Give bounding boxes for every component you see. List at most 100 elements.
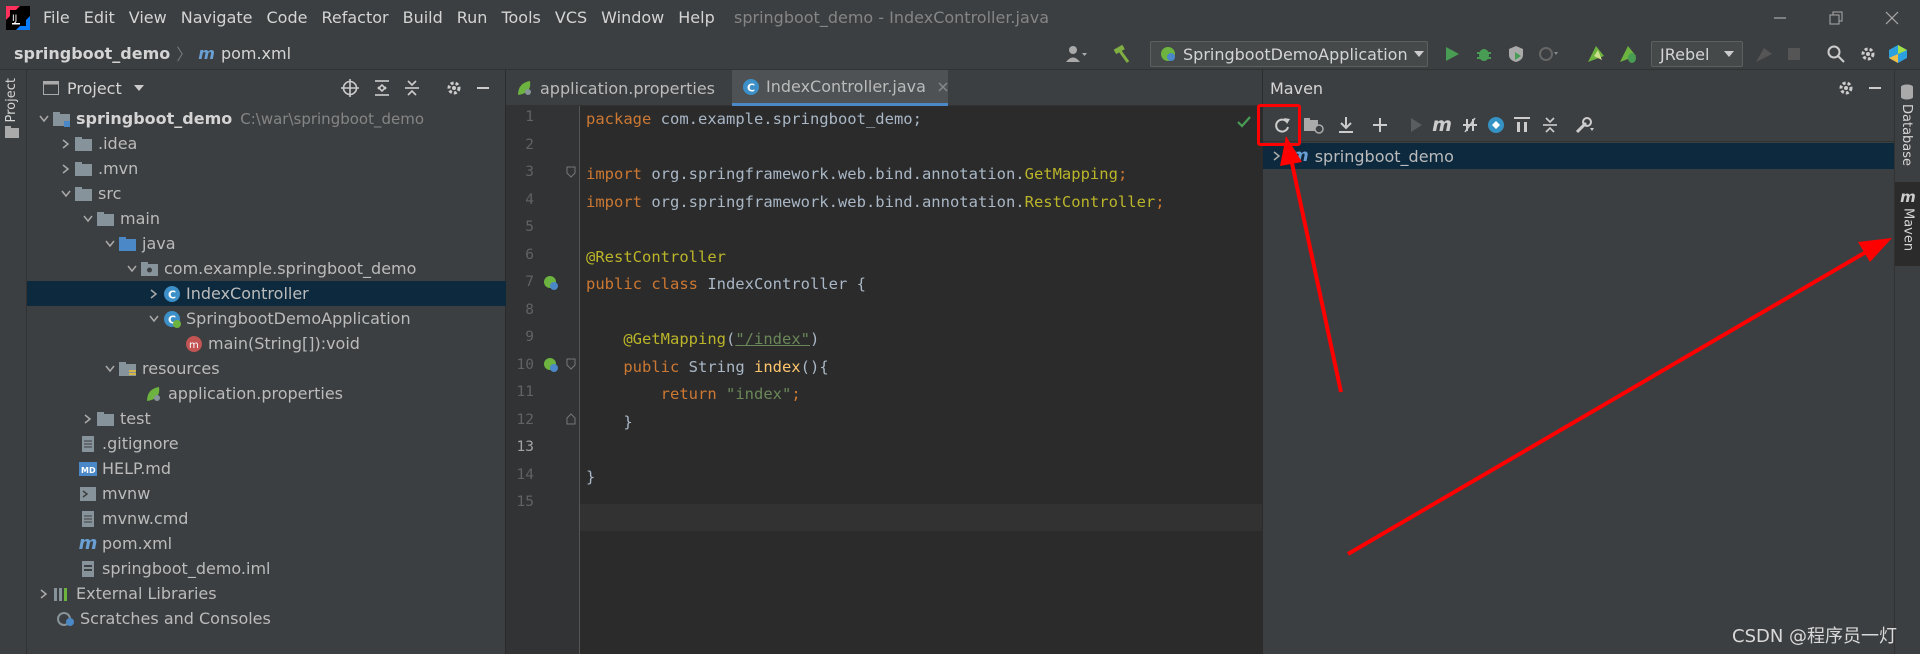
tree-item-application-properties[interactable]: application.properties [27,381,506,406]
tab-application-properties[interactable]: application.properties [506,70,730,106]
settings-gear-icon[interactable] [1837,79,1855,97]
project-panel-title[interactable]: Project [67,79,122,98]
user-icon[interactable] [1064,42,1088,66]
collapse-all-icon[interactable] [403,79,421,97]
tree-item-mvnw[interactable]: mvnw [27,481,506,506]
close-tab-icon[interactable] [938,82,948,92]
profiler-icon[interactable] [1536,42,1560,66]
tree-item-external-libraries[interactable]: External Libraries [27,581,506,606]
collapse-all-icon[interactable] [1537,112,1563,138]
maven-settings-wrench-icon[interactable] [1571,112,1597,138]
build-hammer-icon[interactable] [1110,42,1134,66]
no-problems-check-icon[interactable] [1236,114,1252,130]
search-icon[interactable] [1824,42,1848,66]
settings-gear-icon[interactable] [445,79,463,97]
tree-item-iml[interactable]: springboot_demo.iml [27,556,506,581]
hide-panel-icon[interactable] [1867,80,1883,96]
restore-icon[interactable] [1808,0,1864,36]
tree-item-package[interactable]: com.example.springboot_demo [27,256,506,281]
coverage-icon[interactable] [1504,42,1528,66]
menu-vcs[interactable]: VCS [548,0,594,36]
minimize-icon[interactable] [1752,0,1808,36]
chevron-right-icon[interactable] [79,410,97,428]
tree-item-gitignore[interactable]: .gitignore [27,431,506,456]
fold-icon[interactable] [566,358,576,370]
tree-item-scratches[interactable]: Scratches and Consoles [27,606,506,631]
jrebel-debug-icon[interactable] [1616,42,1640,66]
locate-target-icon[interactable] [341,79,359,97]
chevron-right-icon[interactable] [1273,151,1281,161]
toggle-offline-mode-icon[interactable] [1457,112,1483,138]
menu-file[interactable]: File [36,0,77,36]
download-sources-icon[interactable] [1333,112,1359,138]
fold-icon[interactable] [566,166,576,178]
run-icon[interactable] [1440,42,1464,66]
tree-item-pom-xml[interactable]: m pom.xml [27,531,506,556]
skip-tests-icon[interactable] [1483,112,1509,138]
tree-item-mvnw-cmd[interactable]: mvnw.cmd [27,506,506,531]
show-dependencies-icon[interactable] [1509,112,1535,138]
tree-item-resources[interactable]: resources [27,356,506,381]
jrebel-dropdown[interactable]: JRebel [1651,41,1743,67]
chevron-down-icon[interactable] [145,310,163,328]
tree-item-src[interactable]: src [27,181,506,206]
hide-panel-icon[interactable] [475,80,491,96]
tab-index-controller[interactable]: C IndexController.java [732,70,948,106]
menu-code[interactable]: Code [260,0,315,36]
menu-help[interactable]: Help [671,0,721,36]
spring-endpoint-gutter-icon[interactable] [542,356,560,374]
project-tool-window-button[interactable]: Project [4,78,19,139]
tree-item-application[interactable]: C SpringbootDemoApplication [27,306,506,331]
fold-icon[interactable] [566,413,576,425]
tree-item-java[interactable]: java [27,231,506,256]
menu-refactor[interactable]: Refactor [314,0,395,36]
chevron-down-icon[interactable] [101,360,119,378]
chevron-right-icon[interactable] [35,585,53,603]
menu-edit[interactable]: Edit [77,0,122,36]
chevron-down-icon[interactable] [35,110,53,128]
menu-tools[interactable]: Tools [494,0,547,36]
menu-navigate[interactable]: Navigate [174,0,260,36]
tree-item-help-md[interactable]: MD HELP.md [27,456,506,481]
breadcrumb-project[interactable]: springboot_demo [14,44,170,63]
tree-item-root[interactable]: springboot_demo C:\war\springboot_demo [27,106,506,131]
tree-item-idea[interactable]: .idea [27,131,506,156]
tree-item-index-controller[interactable]: C IndexController [27,281,506,306]
spring-bean-gutter-icon[interactable] [542,274,560,292]
tree-item-main-method[interactable]: m main(String[]):void [27,331,506,356]
chevron-right-icon[interactable] [145,285,163,303]
chevron-down-icon[interactable] [101,235,119,253]
chevron-right-icon[interactable] [57,135,75,153]
execute-maven-goal-icon[interactable]: m [1429,112,1455,138]
add-maven-project-icon[interactable] [1367,112,1393,138]
chevron-down-icon[interactable] [57,185,75,203]
menu-view[interactable]: View [122,0,174,36]
toolbox-icon[interactable] [1886,42,1910,66]
settings-gear-icon[interactable] [1856,42,1880,66]
run-maven-build-icon[interactable] [1403,112,1429,138]
line-number: 14 [516,466,534,483]
menu-run[interactable]: Run [450,0,495,36]
jrebel-run-icon[interactable] [1584,42,1608,66]
debug-icon[interactable] [1472,42,1496,66]
line-number: 3 [525,164,534,180]
tree-item-test[interactable]: test [27,406,506,431]
generate-sources-icon[interactable] [1301,112,1327,138]
chevron-down-icon[interactable] [79,210,97,228]
chevron-right-icon[interactable] [57,160,75,178]
stop-icon[interactable] [1782,42,1806,66]
menu-build[interactable]: Build [396,0,450,36]
maven-tool-window-button[interactable]: m Maven [1895,182,1920,266]
close-icon[interactable] [1864,0,1920,36]
breadcrumb-file[interactable]: pom.xml [221,44,291,63]
run-configuration-dropdown[interactable]: SpringbootDemoApplication [1150,41,1428,67]
expand-all-icon[interactable] [373,79,391,97]
tree-item-mvn[interactable]: .mvn [27,156,506,181]
chevron-down-icon[interactable] [133,85,144,91]
tree-item-main[interactable]: main [27,206,506,231]
chevron-down-icon[interactable] [123,260,141,278]
menu-window[interactable]: Window [594,0,671,36]
jrebel-update-icon[interactable] [1752,42,1776,66]
database-tool-window-button[interactable]: Database [1899,84,1914,166]
maven-project-item[interactable]: m springboot_demo [1263,143,1895,169]
